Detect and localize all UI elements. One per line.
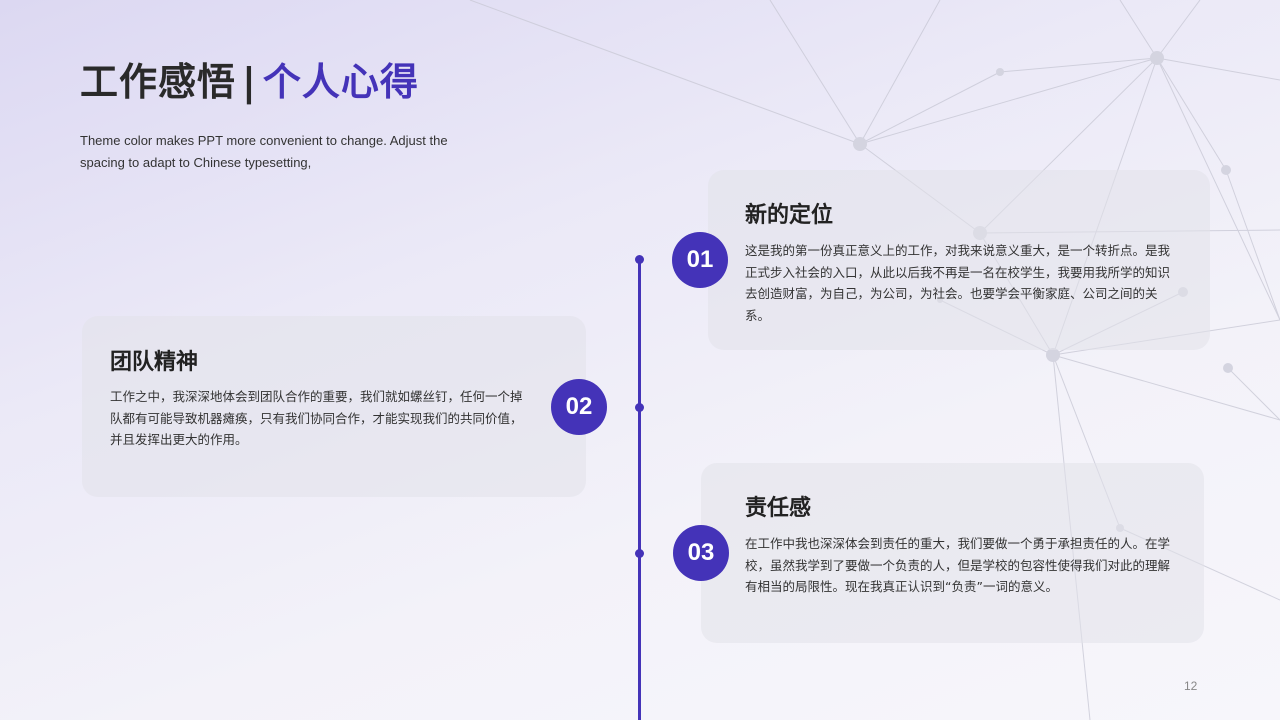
page-title-accent: 个人心得 — [262, 60, 419, 104]
badge-03: 03 — [673, 525, 729, 581]
card-body-team-spirit: 工作之中，我深深地体会到团队合作的重要，我们就如螺丝钉，任何一个掉队都有可能导致… — [110, 389, 523, 447]
card-title-new-positioning: 新的定位 — [745, 203, 834, 228]
card-title-team-spirit: 团队精神 — [110, 350, 199, 375]
card-body-responsibility: 在工作中我也深深体会到责任的重大，我们要做一个勇于承担责任的人。在学校，虽然我学… — [745, 536, 1171, 594]
timeline-dot-bottom — [635, 549, 644, 558]
card-title-responsibility: 责任感 — [745, 496, 812, 521]
page-subtitle: Theme color makes PPT more convenient to… — [80, 133, 448, 170]
page-title-main: 工作感悟 — [80, 60, 237, 104]
timeline-dot-top — [635, 255, 644, 264]
card-body-new-positioning: 这是我的第一份真正意义上的工作，对我来说意义重大，是一个转折点。是我正式步入社会… — [745, 243, 1171, 323]
page-title: 工作感悟 | 个人心得 — [80, 56, 419, 108]
timeline-line — [638, 260, 641, 720]
page-title-separator: | — [242, 60, 257, 104]
badge-02: 02 — [551, 379, 607, 435]
badge-01: 01 — [672, 232, 728, 288]
page-number: 12 — [1184, 679, 1198, 693]
timeline-dot-middle — [635, 403, 644, 412]
